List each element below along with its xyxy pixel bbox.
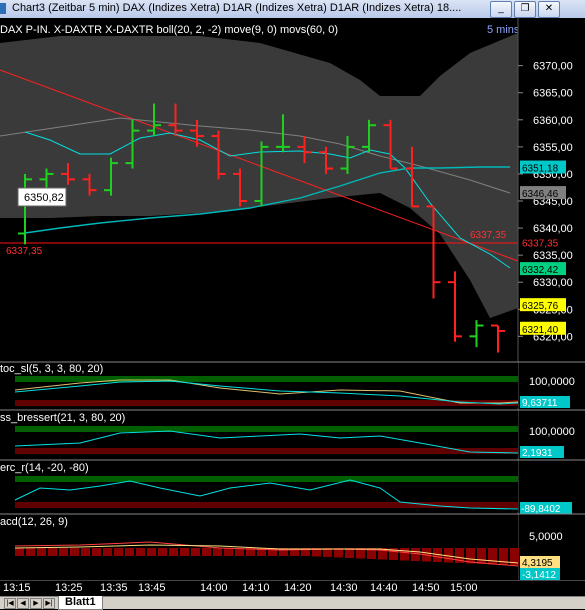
- macd-histogram-bar: [48, 548, 57, 556]
- stochastic-panel[interactable]: toc_sl(5, 3, 3, 80, 20) 100,0000 9,63711: [0, 361, 585, 409]
- price-tag-text: 6332,42: [522, 265, 559, 276]
- x-tick-label: 14:30: [330, 582, 358, 594]
- price-tag-text: 6351,18: [522, 164, 559, 175]
- x-tick-label: 13:35: [100, 582, 128, 594]
- macd-value-text-2: -3,1412: [522, 570, 556, 580]
- macd-histogram-bar: [224, 548, 233, 556]
- macd-histogram-bar: [37, 548, 46, 556]
- first-sheet-button[interactable]: |◀: [4, 598, 16, 609]
- y-tick-label: 6330,00: [533, 277, 573, 289]
- y-tick-label: 6335,00: [533, 250, 573, 262]
- oversold-zone: [15, 448, 518, 454]
- hover-box-value: 6350,82: [24, 192, 64, 204]
- bressert-label: ss_bressert(21, 3, 80, 20): [0, 412, 125, 424]
- price-tag-text: 6337,35: [522, 238, 559, 249]
- macd-histogram-bar: [59, 548, 68, 556]
- macd-histogram-bar: [169, 548, 178, 556]
- sheet-tab-bar: |◀ ◀ ▶ ▶| Blatt1: [0, 596, 585, 610]
- window-title: Chart3 (Zeitbar 5 min) DAX (Indizes Xetr…: [12, 2, 462, 14]
- title-bar: Chart3 (Zeitbar 5 min) DAX (Indizes Xetr…: [0, 0, 585, 19]
- macd-histogram-bar: [202, 548, 211, 556]
- macd-histogram-bar: [147, 548, 156, 556]
- price-tag-text: 6321,40: [522, 325, 559, 336]
- macd-histogram-bar: [92, 548, 101, 556]
- macd-histogram-bar: [180, 548, 189, 556]
- overbought-zone: [15, 376, 518, 382]
- app-icon: [0, 3, 6, 14]
- oversold-zone: [15, 400, 518, 406]
- close-button[interactable]: ✕: [538, 1, 560, 18]
- macd-histogram-bar: [103, 548, 112, 556]
- macd-histogram-bar: [136, 548, 145, 556]
- stoch-tick: 100,0000: [529, 376, 575, 388]
- macd-histogram-bar: [26, 548, 35, 556]
- last-sheet-button[interactable]: ▶|: [43, 598, 55, 609]
- macd-histogram-bar: [125, 548, 134, 556]
- next-sheet-button[interactable]: ▶: [30, 598, 42, 609]
- overbought-zone: [15, 426, 518, 432]
- macd-histogram-bar: [70, 548, 79, 556]
- x-tick-label: 14:40: [370, 582, 398, 594]
- main-panel-label: DAX P-IN. X-DAXTR X-DAXTR boll(20, 2, -2…: [0, 24, 338, 36]
- macd-tick: 5,0000: [529, 531, 563, 543]
- y-tick-label: 6360,00: [533, 115, 573, 127]
- oversold-zone: [15, 502, 518, 508]
- restore-button[interactable]: ❐: [514, 1, 536, 18]
- hline-label-right: 6337,35: [470, 230, 507, 241]
- x-tick-label: 14:10: [242, 582, 270, 594]
- macd-panel[interactable]: acd(12, 26, 9) 5,0000 4,3195 -3,1412: [0, 513, 585, 580]
- macd-histogram-bar: [411, 548, 420, 561]
- overbought-zone: [15, 476, 518, 482]
- macd-histogram-bar: [213, 548, 222, 556]
- x-tick-label: 15:00: [450, 582, 478, 594]
- bressert-value-text: 2,1931: [522, 448, 553, 459]
- williams-value-text: -89,8402: [521, 504, 561, 515]
- period-label: 5 mins: [487, 24, 520, 36]
- x-tick-label: 13:25: [55, 582, 83, 594]
- macd-histogram-bar: [158, 548, 167, 556]
- macd-label: acd(12, 26, 9): [0, 516, 68, 528]
- minimize-button[interactable]: _: [490, 1, 512, 18]
- macd-value-text-1: 4,3195: [522, 558, 553, 569]
- y-tick-label: 6370,00: [533, 61, 573, 73]
- williams-panel[interactable]: erc_r(14, -20, -80) -89,8402: [0, 459, 585, 515]
- price-tag-text: 6325,76: [522, 301, 559, 312]
- macd-histogram-bar: [488, 548, 497, 565]
- bressert-panel[interactable]: ss_bressert(21, 3, 80, 20) 100,0000 2,19…: [0, 409, 585, 459]
- williams-label: erc_r(14, -20, -80): [0, 462, 89, 474]
- main-price-panel[interactable]: DAX P-IN. X-DAXTR X-DAXTR boll(20, 2, -2…: [0, 18, 520, 362]
- y-tick-label: 6355,00: [533, 142, 573, 154]
- macd-histogram-bar: [114, 548, 123, 556]
- x-tick-label: 13:15: [3, 582, 31, 594]
- x-tick-label: 14:50: [412, 582, 440, 594]
- x-tick-label: 14:00: [200, 582, 228, 594]
- macd-histogram-bar: [81, 548, 90, 556]
- price-tag-text: 6346,46: [522, 189, 559, 200]
- bressert-tick: 100,0000: [529, 426, 575, 438]
- macd-histogram-bar: [477, 548, 486, 564]
- time-axis[interactable]: 13:15 13:25 13:35 13:45 14:00 14:10 14:20 14:30…: [0, 580, 585, 597]
- x-tick-label: 14:20: [284, 582, 312, 594]
- macd-histogram-bar: [191, 548, 200, 556]
- hline-label-left: 6337,35: [6, 246, 43, 257]
- chart-svg[interactable]: DAX P-IN. X-DAXTR X-DAXTR boll(20, 2, -2…: [0, 18, 585, 580]
- stoch-label: toc_sl(5, 3, 3, 80, 20): [0, 363, 103, 375]
- y-tick-label: 6365,00: [533, 88, 573, 100]
- stoch-value-text: 9,63711: [522, 398, 558, 409]
- macd-histogram-bar: [15, 548, 24, 556]
- chart-area[interactable]: DAX P-IN. X-DAXTR X-DAXTR boll(20, 2, -2…: [0, 18, 585, 580]
- x-tick-label: 13:45: [138, 582, 166, 594]
- y-tick-label: 6340,00: [533, 223, 573, 235]
- prev-sheet-button[interactable]: ◀: [17, 598, 29, 609]
- macd-histogram-bar: [400, 548, 409, 561]
